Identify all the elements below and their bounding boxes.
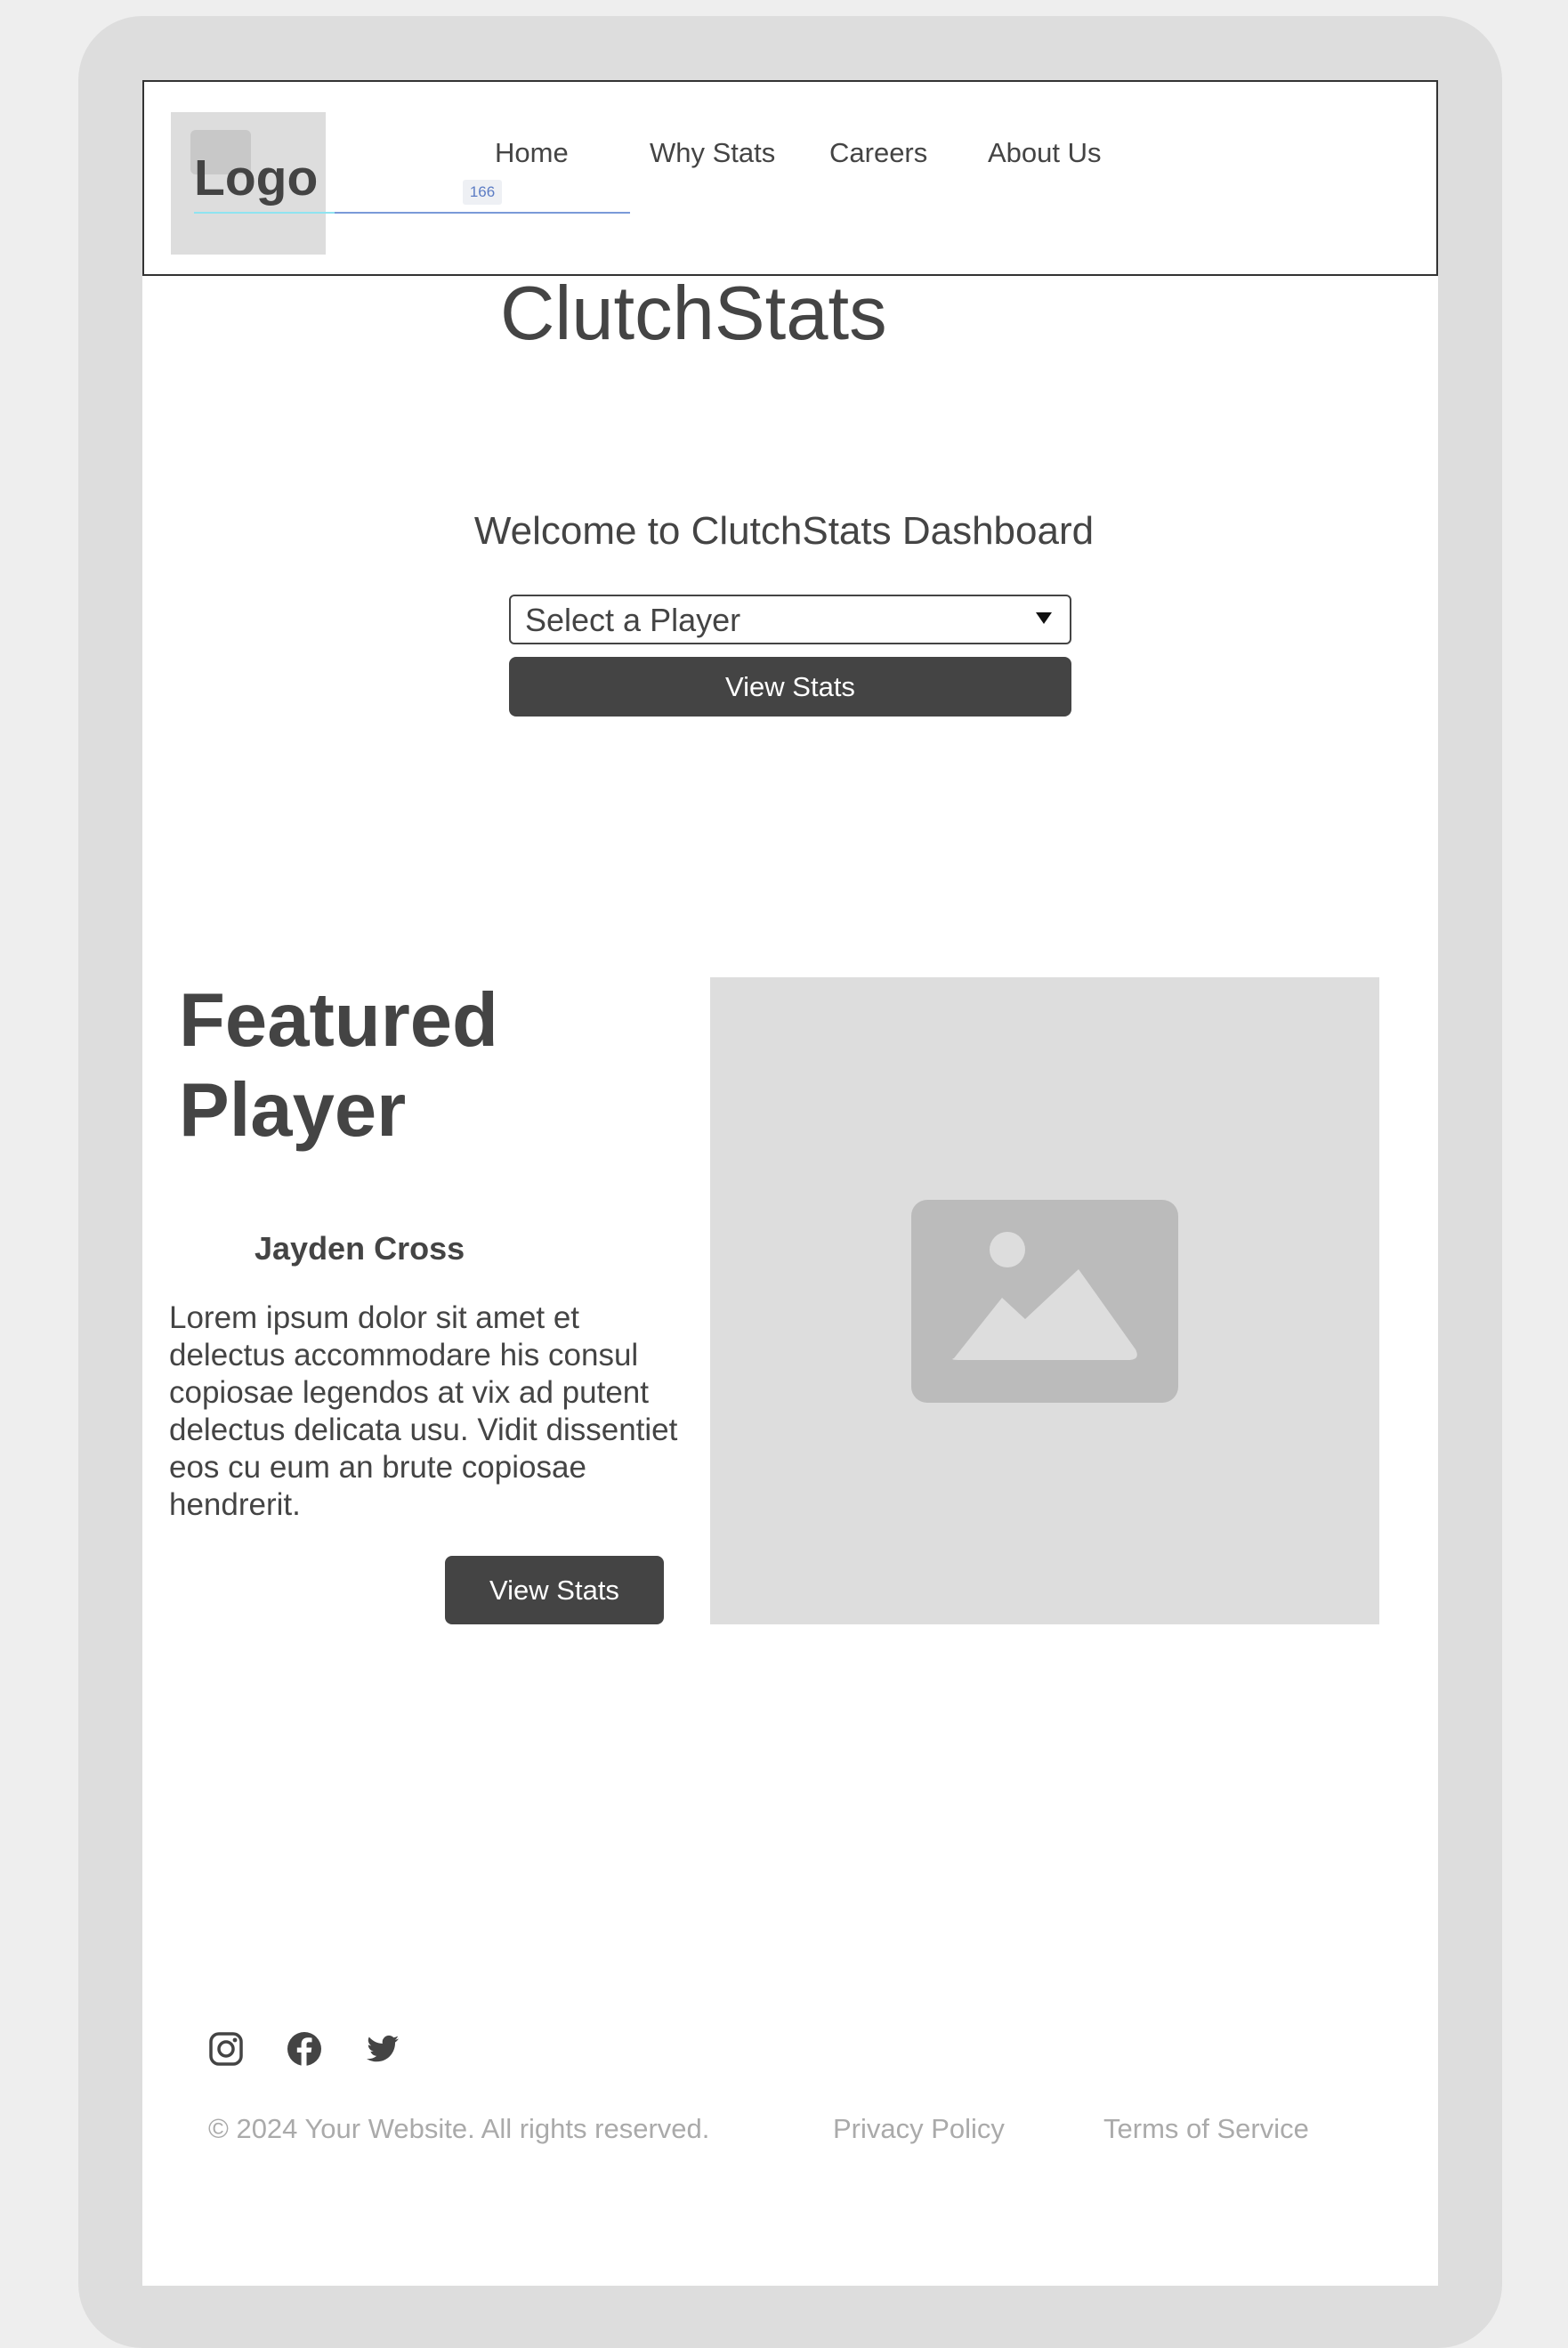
instagram-icon[interactable] [208, 2031, 244, 2067]
measure-guide-badge: 166 [463, 180, 502, 205]
featured-heading: Featured Player [179, 978, 498, 1153]
measure-guide-line-blue [335, 212, 630, 214]
terms-of-service-link[interactable]: Terms of Service [1103, 2113, 1309, 2145]
measure-guide-line [194, 212, 336, 214]
nav-about-us[interactable]: About Us [988, 137, 1102, 169]
image-placeholder-icon [911, 1200, 1178, 1403]
welcome-heading: Welcome to ClutchStats Dashboard [473, 509, 1095, 553]
nav-careers[interactable]: Careers [829, 137, 927, 169]
chevron-down-icon [1036, 612, 1052, 624]
twitter-icon[interactable] [365, 2031, 400, 2067]
nav-why-stats[interactable]: Why Stats [650, 137, 775, 169]
facebook-icon[interactable] [287, 2031, 322, 2067]
featured-player-image [710, 977, 1379, 1624]
player-select-value: Select a Player [525, 602, 741, 638]
player-name: Jayden Cross [255, 1230, 465, 1267]
privacy-policy-link[interactable]: Privacy Policy [833, 2113, 1005, 2145]
nav-home[interactable]: Home [495, 137, 569, 169]
footer-copyright: © 2024 Your Website. All rights reserved… [208, 2113, 710, 2144]
player-select[interactable]: Select a Player [509, 595, 1071, 644]
logo-text: Logo [194, 150, 319, 206]
featured-view-stats-button[interactable]: View Stats [445, 1556, 664, 1624]
player-bio: Lorem ipsum dolor sit amet et delectus a… [169, 1300, 678, 1522]
site-header: Logo 166 Home Why Stats Careers About Us [142, 80, 1438, 276]
site-title: ClutchStats [500, 271, 887, 356]
view-stats-button[interactable]: View Stats [509, 657, 1071, 717]
